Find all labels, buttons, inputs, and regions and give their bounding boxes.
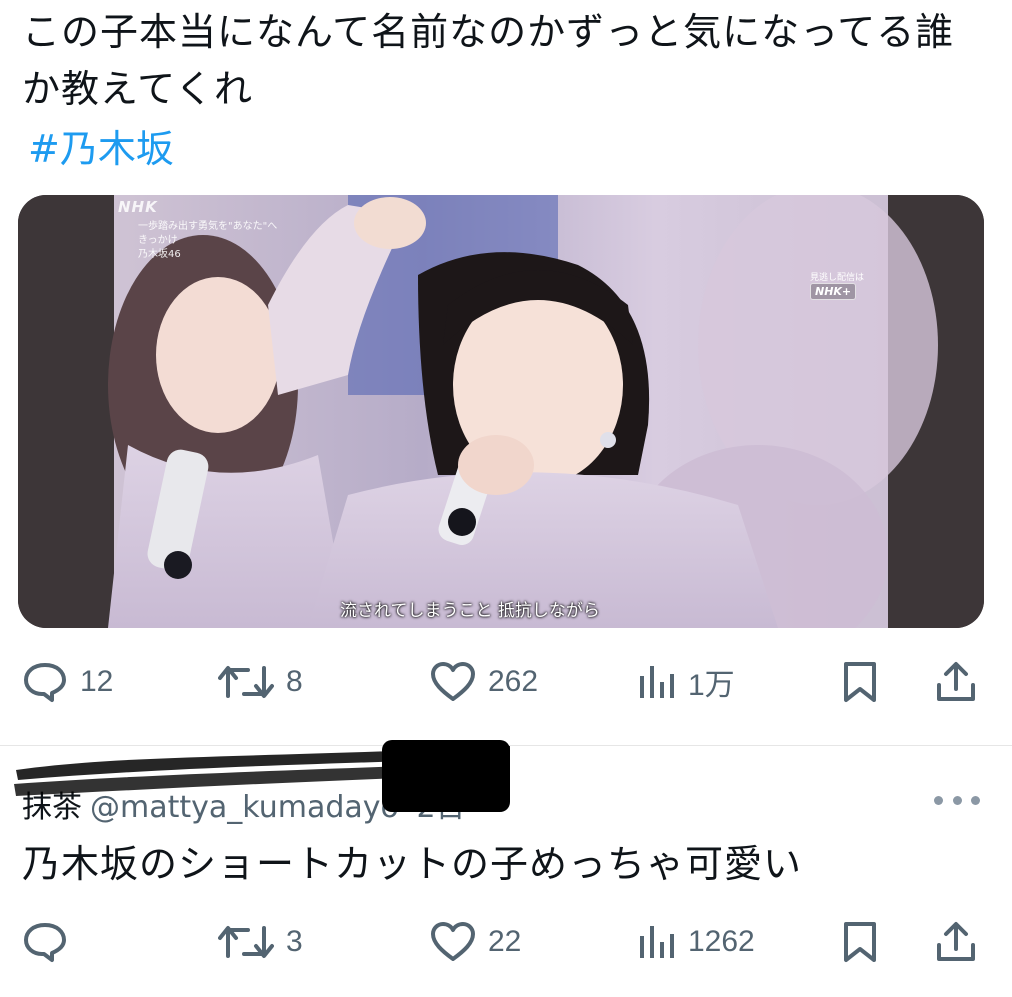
views-bar-chart-icon <box>640 926 674 958</box>
artist-overlay: 乃木坂46 <box>138 249 181 260</box>
reply-text: 乃木坂のショートカットの子めっちゃ可愛い <box>22 842 803 886</box>
retweet-icon <box>218 926 274 958</box>
reply-bubble-icon <box>24 663 66 702</box>
retweet-icon <box>218 666 274 698</box>
reply-views-button[interactable]: 1262 <box>636 920 755 964</box>
video-subtitle: 流されてしまうこと 抵抗しながら <box>340 601 600 621</box>
heart-icon <box>431 662 475 701</box>
nhk-plus-label: 見逃し配信は <box>810 273 865 283</box>
share-upload-icon <box>937 662 975 701</box>
reply-like-button[interactable]: 22 <box>430 920 521 964</box>
reply-count: 12 <box>80 665 114 698</box>
reply-reply-button[interactable] <box>22 920 80 964</box>
reply-like-count: 22 <box>488 925 522 958</box>
like-button[interactable]: 262 <box>430 660 538 704</box>
bookmark-button[interactable] <box>838 660 882 704</box>
like-count: 262 <box>488 665 539 698</box>
retweet-button[interactable]: 8 <box>218 660 303 704</box>
views-bar-chart-icon <box>640 666 674 698</box>
nhk-logo: NHK <box>118 198 158 216</box>
tweet-media-image[interactable]: NHK 一歩踏み出す勇気を"あなた"へ きっかけ 乃木坂46 見逃し配信は NH… <box>18 195 984 628</box>
reply-button[interactable]: 12 <box>22 660 113 704</box>
retweet-count: 8 <box>286 665 303 698</box>
bookmark-icon <box>844 662 876 702</box>
share-button[interactable] <box>934 660 978 704</box>
views-count: 1万 <box>688 669 735 702</box>
views-button[interactable]: 1万 <box>636 660 735 704</box>
nhk-plus-logo: NHK+ <box>810 283 857 300</box>
reply-retweet-count: 3 <box>286 925 303 958</box>
reply-bubble-icon <box>24 923 66 962</box>
reply-share-button[interactable] <box>934 920 978 964</box>
reply-retweet-button[interactable]: 3 <box>218 920 303 964</box>
reply-views-count: 1262 <box>688 925 755 958</box>
tweet-text: この子本当になんて名前なのかずっと気になってる誰か教えてくれ <box>22 10 955 111</box>
song-title-overlay: きっかけ <box>138 235 178 246</box>
more-dots-icon[interactable] <box>934 787 980 813</box>
bookmark-icon <box>844 922 876 962</box>
program-title-overlay: 一歩踏み出す勇気を"あなた"へ <box>138 221 278 232</box>
redaction-scribble <box>14 740 510 812</box>
hashtag-link[interactable]: #乃木坂 <box>28 118 174 173</box>
share-upload-icon <box>937 922 975 961</box>
reply-bookmark-button[interactable] <box>838 920 882 964</box>
heart-icon <box>431 922 475 961</box>
